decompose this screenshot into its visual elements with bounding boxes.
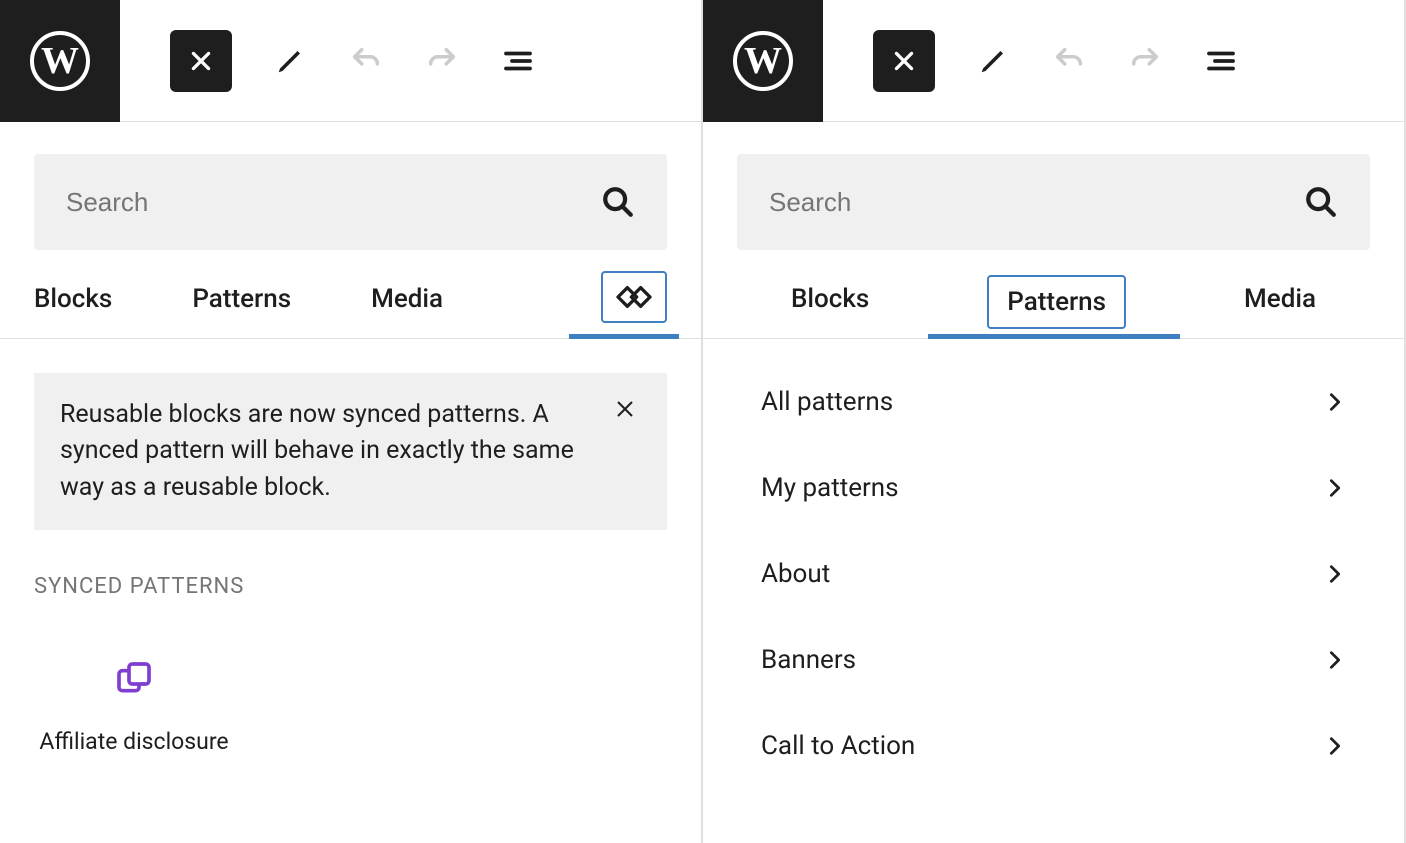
redo-button[interactable] <box>1127 43 1163 79</box>
pattern-tile-label: Affiliate disclosure <box>34 727 234 757</box>
chevron-right-icon <box>1324 649 1346 671</box>
search-input[interactable] <box>769 187 1304 218</box>
category-item-banners[interactable]: Banners <box>737 617 1370 703</box>
search-box[interactable] <box>34 154 667 250</box>
category-item-my-patterns[interactable]: My patterns <box>737 445 1370 531</box>
pattern-category-list: All patterns My patterns About Banners C… <box>703 339 1404 809</box>
tab-synced-patterns[interactable] <box>601 271 667 323</box>
search-icon <box>601 185 635 219</box>
top-bar: W <box>0 0 701 122</box>
section-heading-synced-patterns: Synced Patterns <box>0 564 701 609</box>
redo-icon <box>1128 44 1162 78</box>
close-icon <box>613 397 637 421</box>
search-box[interactable] <box>737 154 1370 250</box>
redo-button[interactable] <box>424 43 460 79</box>
redo-icon <box>425 44 459 78</box>
chevron-right-icon <box>1324 391 1346 413</box>
toolbar-buttons <box>823 30 1239 92</box>
tab-blocks[interactable]: Blocks <box>791 270 869 338</box>
close-icon <box>188 48 214 74</box>
synced-pattern-icon <box>34 649 234 709</box>
edit-button[interactable] <box>272 43 308 79</box>
document-overview-button[interactable] <box>1203 43 1239 79</box>
tab-blocks[interactable]: Blocks <box>34 270 112 338</box>
wordpress-logo-icon: W <box>30 31 90 91</box>
undo-button[interactable] <box>1051 43 1087 79</box>
category-label: All patterns <box>761 387 893 417</box>
search-icon <box>1304 185 1338 219</box>
undo-icon <box>1052 44 1086 78</box>
wp-logo-button[interactable]: W <box>0 0 120 122</box>
inserter-tabs: Blocks Patterns Media <box>0 250 701 339</box>
pane-synced: W Blocks Patterns <box>0 0 703 843</box>
edit-button[interactable] <box>975 43 1011 79</box>
category-label: Banners <box>761 645 856 675</box>
search-wrap <box>0 122 701 250</box>
wp-logo-button[interactable]: W <box>703 0 823 122</box>
category-item-call-to-action[interactable]: Call to Action <box>737 703 1370 789</box>
document-overview-button[interactable] <box>500 43 536 79</box>
list-view-icon <box>1203 43 1239 79</box>
close-inserter-button[interactable] <box>873 30 935 92</box>
category-label: About <box>761 559 830 589</box>
toolbar-buttons <box>120 30 536 92</box>
active-tab-underline <box>928 334 1180 339</box>
pencil-icon <box>275 46 305 76</box>
undo-icon <box>349 44 383 78</box>
top-bar: W <box>703 0 1404 122</box>
tab-media[interactable]: Media <box>371 270 443 338</box>
search-wrap <box>703 122 1404 250</box>
category-label: Call to Action <box>761 731 915 761</box>
undo-button[interactable] <box>348 43 384 79</box>
notice-dismiss-button[interactable] <box>613 397 641 506</box>
tab-patterns[interactable]: Patterns <box>192 270 291 338</box>
inserter-tabs: Blocks Patterns Media <box>703 250 1404 339</box>
wordpress-logo-icon: W <box>733 31 793 91</box>
category-item-about[interactable]: About <box>737 531 1370 617</box>
synced-patterns-notice: Reusable blocks are now synced patterns.… <box>34 373 667 530</box>
pattern-tile-affiliate-disclosure[interactable]: Affiliate disclosure <box>34 649 234 757</box>
list-view-icon <box>500 43 536 79</box>
category-item-all-patterns[interactable]: All patterns <box>737 359 1370 445</box>
active-tab-underline <box>569 334 679 339</box>
notice-text: Reusable blocks are now synced patterns.… <box>60 397 593 506</box>
synced-patterns-icon <box>613 281 655 313</box>
pencil-icon <box>978 46 1008 76</box>
search-input[interactable] <box>66 187 601 218</box>
pane-patterns: W Blocks Patterns Me <box>703 0 1406 843</box>
close-inserter-button[interactable] <box>170 30 232 92</box>
close-icon <box>891 48 917 74</box>
category-label: My patterns <box>761 473 899 503</box>
tab-patterns[interactable]: Patterns <box>987 275 1126 329</box>
chevron-right-icon <box>1324 563 1346 585</box>
chevron-right-icon <box>1324 735 1346 757</box>
tab-media[interactable]: Media <box>1244 270 1316 338</box>
chevron-right-icon <box>1324 477 1346 499</box>
